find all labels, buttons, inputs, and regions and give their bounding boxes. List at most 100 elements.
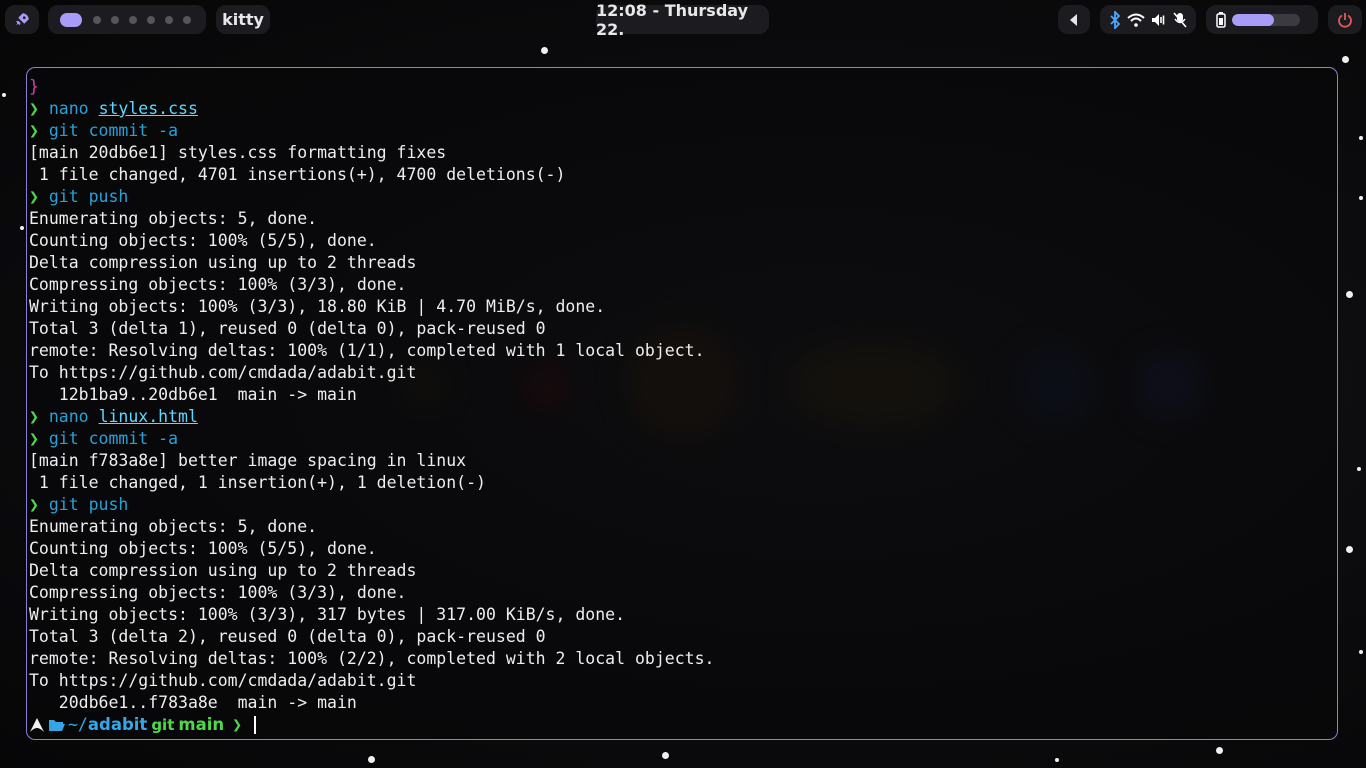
output-text: Enumerating objects: 5, done. — [29, 209, 318, 228]
star — [1346, 546, 1353, 553]
arch-logo-icon — [30, 718, 44, 732]
prompt-chevron: ❯ — [232, 715, 243, 734]
workspace-6[interactable] — [165, 15, 173, 24]
output-text: 1 file changed, 4701 insertions(+), 4700… — [29, 165, 566, 184]
command-text: git push — [48, 495, 129, 514]
terminal-line: Delta compression using up to 2 threads — [29, 252, 714, 274]
output-text: Delta compression using up to 2 threads — [29, 253, 417, 272]
workspace-7[interactable] — [183, 15, 191, 24]
star — [1342, 56, 1349, 63]
terminal-line: Total 3 (delta 1), reused 0 (delta 0), p… — [29, 318, 714, 340]
bluetooth-icon[interactable] — [1109, 10, 1121, 29]
workspace-5[interactable] — [147, 15, 155, 24]
star — [2, 93, 6, 97]
terminal-output[interactable]: } ❯ nano styles.css ❯ git commit -a [main 2… — [29, 76, 714, 736]
battery-icon — [1216, 11, 1226, 28]
brace-text: } — [29, 77, 39, 96]
star — [1359, 136, 1363, 140]
battery-level-fill — [1232, 13, 1275, 26]
command-text: git commit -a — [48, 121, 179, 140]
command-text: git push — [48, 187, 129, 206]
prompt-path-prefix: ~/ — [68, 715, 88, 734]
git-label: git — [151, 716, 175, 734]
terminal-line: Total 3 (delta 2), reused 0 (delta 0), p… — [29, 626, 714, 648]
output-text: Writing objects: 100% (3/3), 18.80 KiB |… — [29, 297, 606, 316]
terminal-line: 1 file changed, 4701 insertions(+), 4700… — [29, 164, 714, 186]
terminal-line: Writing objects: 100% (3/3), 317 bytes |… — [29, 604, 714, 626]
terminal-line: 1 file changed, 1 insertion(+), 1 deleti… — [29, 472, 714, 494]
prompt-arrow: ❯ — [29, 407, 39, 426]
window-title-text: kitty — [222, 10, 264, 29]
terminal-line: To https://github.com/cmdada/adabit.git — [29, 362, 714, 384]
terminal-line: [main 20db6e1] styles.css formatting fix… — [29, 142, 714, 164]
terminal-line: Enumerating objects: 5, done. — [29, 516, 714, 538]
terminal-line: Enumerating objects: 5, done. — [29, 208, 714, 230]
output-text: remote: Resolving deltas: 100% (2/2), co… — [29, 649, 715, 668]
output-text: To https://github.com/cmdada/adabit.git — [29, 363, 417, 382]
terminal-line: Compressing objects: 100% (3/3), done. — [29, 582, 714, 604]
output-text: Enumerating objects: 5, done. — [29, 517, 318, 536]
terminal-line: Counting objects: 100% (5/5), done. — [29, 230, 714, 252]
prompt-arrow: ❯ — [29, 187, 39, 206]
text-cursor — [254, 716, 257, 734]
star — [541, 47, 548, 54]
output-text: Counting objects: 100% (5/5), done. — [29, 231, 377, 250]
star — [20, 226, 24, 230]
star — [1357, 467, 1361, 471]
terminal-line: To https://github.com/cmdada/adabit.git — [29, 670, 714, 692]
workspace-2[interactable] — [93, 15, 101, 24]
output-text: 20db6e1..f783a8e main -> main — [29, 693, 357, 712]
command-text: nano — [48, 407, 89, 426]
workspace-1-active[interactable] — [60, 12, 82, 27]
prompt-arrow: ❯ — [29, 495, 39, 514]
star — [662, 752, 669, 759]
kitty-terminal-window[interactable]: } ❯ nano styles.css ❯ git commit -a [main 2… — [26, 67, 1338, 740]
terminal-line: ❯ git commit -a — [29, 120, 714, 142]
star — [1346, 291, 1353, 298]
system-tray — [1100, 5, 1196, 34]
star — [1359, 196, 1363, 200]
rocket-icon — [16, 12, 29, 25]
battery-widget[interactable] — [1206, 5, 1318, 34]
launcher-button[interactable] — [5, 5, 39, 34]
terminal-line: [main f783a8e] better image spacing in l… — [29, 450, 714, 472]
terminal-line: } — [29, 76, 714, 98]
prompt-path-dir: adabit — [87, 715, 148, 734]
git-branch: main — [178, 715, 225, 734]
workspace-4[interactable] — [129, 15, 137, 24]
battery-level-bar — [1232, 13, 1300, 26]
output-text: Writing objects: 100% (3/3), 317 bytes |… — [29, 605, 626, 624]
terminal-line: remote: Resolving deltas: 100% (1/1), co… — [29, 340, 714, 362]
mic-muted-icon[interactable] — [1173, 11, 1187, 28]
output-text: [main 20db6e1] styles.css formatting fix… — [29, 143, 447, 162]
command-argument[interactable]: linux.html — [99, 407, 198, 426]
power-button[interactable] — [1328, 5, 1362, 34]
tray-expand-button[interactable] — [1058, 5, 1090, 34]
output-text: [main f783a8e] better image spacing in l… — [29, 451, 467, 470]
wifi-icon[interactable] — [1127, 13, 1145, 27]
terminal-line: ❯ nano linux.html — [29, 406, 714, 428]
prompt-arrow: ❯ — [29, 429, 39, 448]
terminal-line: ❯ git push — [29, 494, 714, 516]
terminal-line: remote: Resolving deltas: 100% (2/2), co… — [29, 648, 714, 670]
prompt-arrow: ❯ — [29, 99, 39, 118]
volume-icon[interactable] — [1151, 13, 1167, 27]
output-text: To https://github.com/cmdada/adabit.git — [29, 671, 417, 690]
output-text: 1 file changed, 1 insertion(+), 1 deleti… — [29, 473, 486, 492]
clock-widget[interactable]: 12:08 - Thursday 22. — [596, 1, 769, 39]
clock-text: 12:08 - Thursday 22. — [596, 0, 749, 39]
terminal-line: ❯ nano styles.css — [29, 98, 714, 120]
output-text: Total 3 (delta 1), reused 0 (delta 0), p… — [29, 319, 546, 338]
terminal-line: Writing objects: 100% (3/3), 18.80 KiB |… — [29, 296, 714, 318]
workspace-3[interactable] — [111, 15, 119, 24]
terminal-line: Compressing objects: 100% (3/3), done. — [29, 274, 714, 296]
shell-prompt[interactable]: ~/adabit git main ❯ — [29, 714, 714, 736]
workspace-switcher[interactable] — [48, 5, 206, 34]
output-text: Total 3 (delta 2), reused 0 (delta 0), p… — [29, 627, 546, 646]
output-text: Compressing objects: 100% (3/3), done. — [29, 583, 407, 602]
command-text: nano — [48, 99, 89, 118]
terminal-line: 12b1ba9..20db6e1 main -> main — [29, 384, 714, 406]
command-argument[interactable]: styles.css — [99, 99, 198, 118]
terminal-line: ❯ git push — [29, 186, 714, 208]
chevron-left-icon — [1070, 13, 1077, 26]
